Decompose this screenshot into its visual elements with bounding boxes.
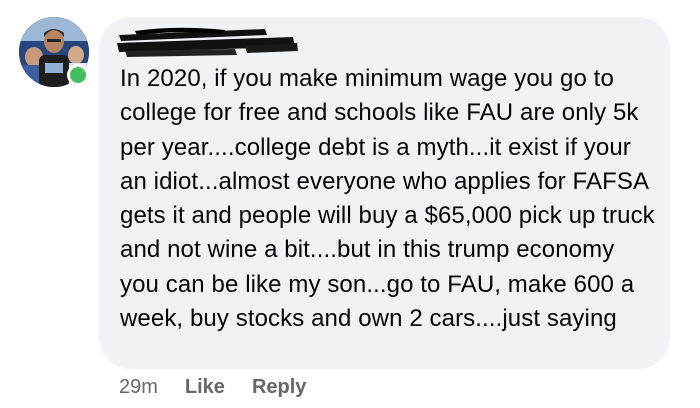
comment-text: In 2020, if you make minimum wage you go… <box>120 65 655 333</box>
comment-bubble: In 2020, if you make minimum wage you go… <box>99 17 670 369</box>
like-button[interactable]: Like <box>185 376 225 399</box>
comment-actions: 29m Like Reply <box>119 373 306 401</box>
comment-timestamp[interactable]: 29m <box>119 376 158 399</box>
online-status-icon <box>67 64 89 86</box>
reply-button[interactable]: Reply <box>252 376 306 399</box>
redacted-author-name <box>117 27 298 57</box>
